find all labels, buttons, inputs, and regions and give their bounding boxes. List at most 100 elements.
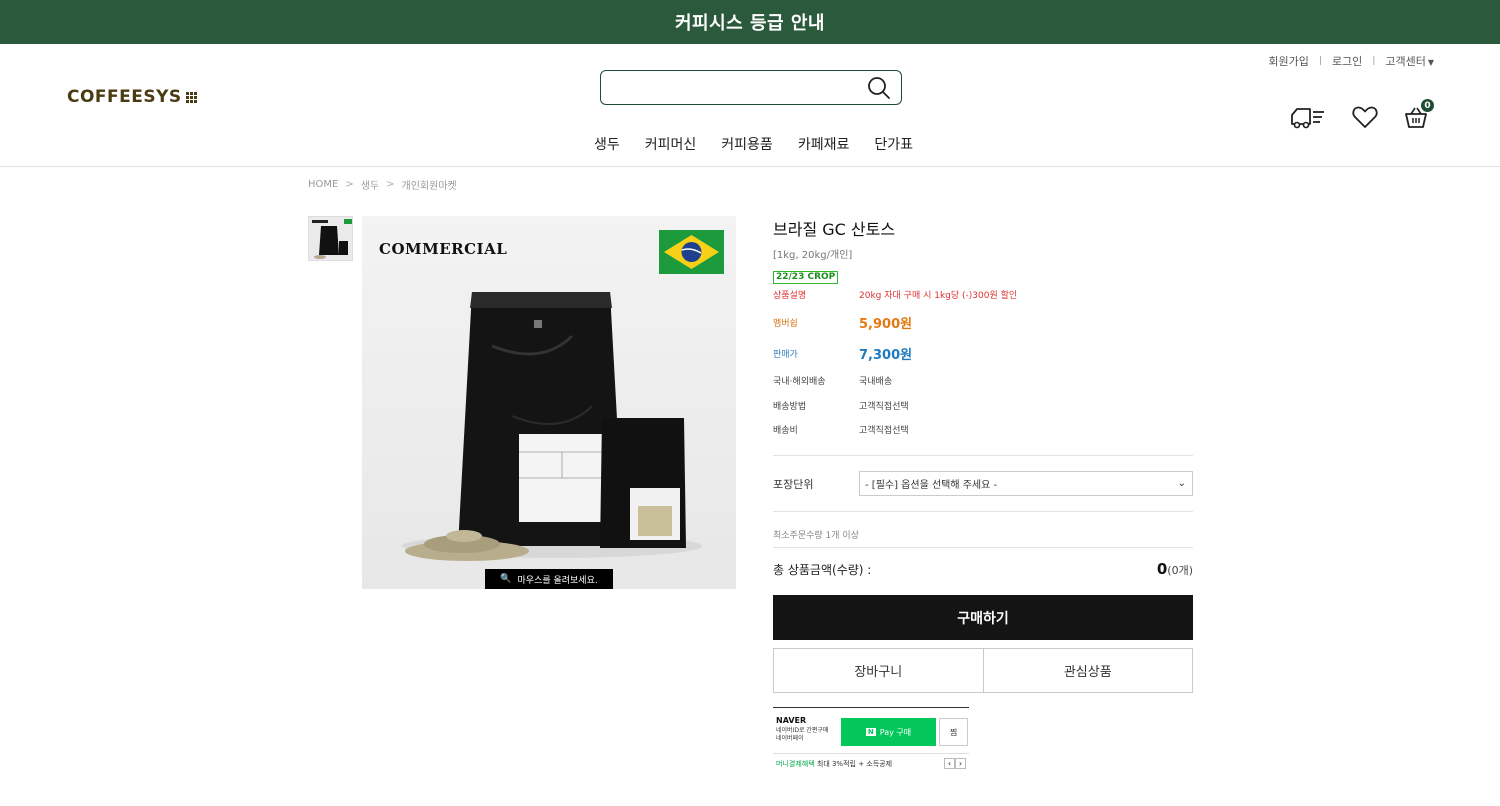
grade-banner-text: 커피시스 등급 안내 xyxy=(674,13,825,34)
total-label: 총 상품금액(수량) : xyxy=(773,563,872,577)
top-utility-nav: 회원가입 | 로그인 | 고객센터 ▼ xyxy=(1268,53,1434,69)
main-nav: 생두 커피머신 커피용품 카페재료 단가표 xyxy=(594,134,913,154)
naver-logo: NAVER xyxy=(776,716,807,725)
naver-jjim-button[interactable]: 찜 xyxy=(939,718,968,746)
chevron-right-icon: > xyxy=(345,179,354,190)
product-thumbnail[interactable] xyxy=(308,216,353,261)
spec-value: 고객직접선택 xyxy=(859,426,909,436)
naver-benefit-detail: 최대 3%적립 + 소득공제 xyxy=(816,760,893,768)
support-link[interactable]: 고객센터 ▼ xyxy=(1385,53,1434,69)
cart-button[interactable]: 0 xyxy=(1404,99,1434,133)
packaging-select[interactable]: - [필수] 옵션을 선택해 주세요 - ⌄ xyxy=(859,471,1193,496)
support-label: 고객센터 xyxy=(1385,55,1426,68)
product-main-image[interactable]: COMMERCIAL 🔍 마우스를 올려보세요. xyxy=(362,216,736,589)
spec-row-description: 상품설명 20kg 자대 구매 시 1kg당 (-)300원 할인 xyxy=(773,288,1193,301)
naver-pay-caption: 네이버ID로 간편구매 네이버페이 xyxy=(776,727,842,743)
naver-pay-buy-label: Pay 구매 xyxy=(879,727,912,737)
divider xyxy=(773,753,969,754)
option-row: 포장단위 - [필수] 옵션을 선택해 주세요 - ⌄ xyxy=(773,471,1193,496)
logo-text: COFFEESYS xyxy=(67,87,182,107)
spec-label: 상품설명 xyxy=(773,291,807,301)
spec-value: 고객직접선택 xyxy=(859,402,909,412)
product-info-head: 브라질 GC 산토스 [1kg, 20kg/개인] 22/23 CROP xyxy=(773,216,1193,284)
spec-label: 배송비 xyxy=(773,426,798,436)
nav-item-price-list[interactable]: 단가표 xyxy=(874,134,913,154)
site-header: COFFEESYS 회원가입 | 로그인 | 고객센터 ▼ 생두 커피머신 커피용… xyxy=(0,44,1500,167)
caret-down-icon: ▼ xyxy=(1427,58,1434,67)
breadcrumb-green-beans[interactable]: 생두 xyxy=(361,177,379,192)
divider xyxy=(773,547,1193,548)
delivery-truck-icon xyxy=(1291,108,1324,129)
naver-n-icon: N xyxy=(865,728,876,736)
naver-pay-caption-line2: 네이버페이 xyxy=(776,735,804,742)
total-count: (0개) xyxy=(1167,564,1193,577)
buy-button-label: 구매하기 xyxy=(957,610,1009,627)
signup-link[interactable]: 회원가입 xyxy=(1268,53,1308,69)
spec-row-shipping-region: 국내·해외배송 국내배송 xyxy=(773,374,1193,387)
buy-button[interactable]: 구매하기 xyxy=(773,595,1193,640)
naver-pay-buy-button[interactable]: N Pay 구매 xyxy=(841,718,936,746)
chevron-right-icon[interactable]: › xyxy=(955,758,966,769)
naver-benefit-text: 머니결제혜택 최대 3%적립 + 소득공제 xyxy=(776,759,892,769)
grade-banner[interactable]: 커피시스 등급 안내 xyxy=(0,0,1500,44)
zoom-hint-text: 마우스를 올려보세요. xyxy=(517,575,598,586)
add-to-cart-label: 장바구니 xyxy=(854,665,903,680)
spec-value: 국내배송 xyxy=(859,377,893,387)
magnifier-icon: 🔍 xyxy=(500,574,512,584)
option-label: 포장단위 xyxy=(773,477,814,491)
nav-item-green-beans[interactable]: 생두 xyxy=(594,134,620,154)
product-subtitle: [1kg, 20kg/개인] xyxy=(773,250,853,261)
chevron-down-icon: ⌄ xyxy=(1177,478,1186,489)
total-price-row: 총 상품금액(수량) : 0(0개) xyxy=(773,559,1193,578)
search-icon[interactable] xyxy=(867,76,891,100)
naver-benefit-highlight: 머니결제혜택 xyxy=(776,760,815,768)
spec-value: 20kg 자대 구매 시 1kg당 (-)300원 할인 xyxy=(859,291,1018,301)
crop-badge: 22/23 CROP xyxy=(773,271,839,284)
total-amount: 0 xyxy=(1156,560,1168,578)
spec-row-shipping-method: 배송방법 고객직접선택 xyxy=(773,399,1193,412)
spec-label: 국내·해외배송 xyxy=(773,377,826,387)
coffee-bag-illustration xyxy=(402,292,702,561)
naver-pay-widget: NAVER 네이버ID로 간편구매 네이버페이 N Pay 구매 찜 머니결제혜… xyxy=(773,707,969,771)
add-to-cart-button[interactable]: 장바구니 xyxy=(774,649,984,692)
spec-row-shipping-fee: 배송비 고객직접선택 xyxy=(773,423,1193,436)
delivery-button[interactable] xyxy=(1288,104,1326,134)
add-to-wishlist-label: 관심상품 xyxy=(1063,665,1112,680)
divider xyxy=(773,455,1193,456)
add-to-wishlist-button[interactable]: 관심상품 xyxy=(984,649,1193,692)
sale-price: 7,300원 xyxy=(859,348,913,363)
login-link[interactable]: 로그인 xyxy=(1332,53,1362,69)
min-order-qty: 최소주문수량 1개 이상 xyxy=(773,531,859,541)
benefit-pager: ‹ › xyxy=(944,758,966,769)
heart-icon xyxy=(1352,106,1378,128)
member-price: 5,900원 xyxy=(859,317,913,332)
logo-dots-icon xyxy=(185,91,197,103)
breadcrumb: HOME > 생두 > 개인회원마켓 xyxy=(308,177,457,192)
product-title: 브라질 GC 산토스 xyxy=(773,220,896,239)
naver-jjim-label: 찜 xyxy=(949,727,958,737)
packaging-select-value: - [필수] 옵션을 선택해 주세요 - xyxy=(865,480,998,491)
nav-item-coffee-supplies[interactable]: 커피용품 xyxy=(721,134,773,154)
spec-row-member-price: 멤버쉽 5,900원 xyxy=(773,313,1193,332)
chevron-right-icon: > xyxy=(386,179,395,190)
zoom-hint: 🔍 마우스를 올려보세요. xyxy=(485,569,613,589)
search-box xyxy=(600,70,902,105)
cart-count-badge: 0 xyxy=(1421,99,1434,112)
spec-label: 배송방법 xyxy=(773,402,807,412)
secondary-actions: 장바구니 관심상품 xyxy=(773,648,1193,693)
site-logo[interactable]: COFFEESYS xyxy=(67,87,197,107)
spec-label: 판매가 xyxy=(773,350,798,360)
nav-item-coffee-machines[interactable]: 커피머신 xyxy=(645,134,697,154)
naver-pay-caption-line1: 네이버ID로 간편구매 xyxy=(776,727,829,734)
spec-label: 멤버쉽 xyxy=(773,319,798,329)
search-input[interactable] xyxy=(609,71,859,104)
header-icons: 0 xyxy=(1288,99,1434,134)
thumbnail-image xyxy=(309,217,352,260)
breadcrumb-home[interactable]: HOME xyxy=(308,179,338,190)
breadcrumb-personal-market[interactable]: 개인회원마켓 xyxy=(402,177,457,192)
divider xyxy=(773,511,1193,512)
spec-row-sale-price: 판매가 7,300원 xyxy=(773,344,1193,363)
chevron-left-icon[interactable]: ‹ xyxy=(944,758,955,769)
nav-item-cafe-ingredients[interactable]: 카페재료 xyxy=(798,134,850,154)
wishlist-button[interactable] xyxy=(1352,105,1378,133)
